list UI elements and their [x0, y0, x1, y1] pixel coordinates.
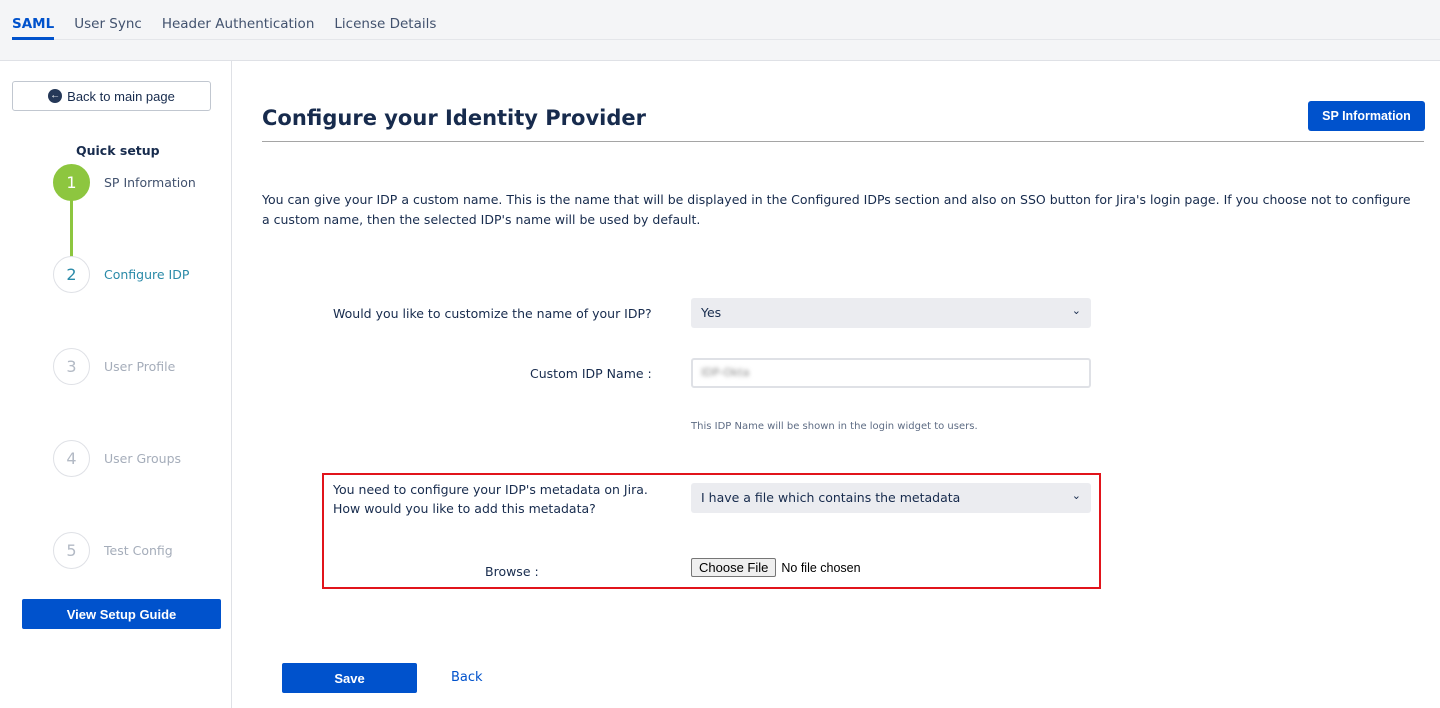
customize-value: Yes [701, 305, 722, 320]
file-status: No file chosen [781, 560, 861, 575]
chevron-down-icon: ⌄ [1071, 489, 1081, 502]
browse-label: Browse : [485, 564, 539, 579]
arrow-left-circle-icon: ← [48, 89, 63, 103]
file-input[interactable]: Choose File No file chosen [691, 558, 861, 577]
custom-idp-name-input[interactable]: IDP-Okta [691, 358, 1091, 388]
step-user-groups[interactable]: 4 User Groups [53, 440, 253, 478]
step-label: Test Config [104, 543, 173, 558]
tab-saml[interactable]: SAML [12, 0, 55, 40]
chevron-down-icon: ⌄ [1071, 304, 1081, 317]
step-label: User Profile [104, 359, 176, 374]
step-number: 1 [53, 164, 90, 201]
description: You can give your IDP a custom name. Thi… [262, 192, 1411, 227]
step-label: User Groups [104, 451, 182, 466]
customize-label: Would you like to customize the name of … [333, 306, 652, 321]
page-title: Configure your Identity Provider [262, 106, 646, 130]
step-number: 5 [53, 532, 90, 569]
view-setup-guide-button[interactable]: View Setup Guide [22, 599, 221, 629]
progress-line [70, 199, 73, 257]
metadata-label-1: You need to configure your IDP's metadat… [333, 482, 648, 497]
custom-name-label: Custom IDP Name : [530, 366, 652, 381]
step-label: SP Information [104, 175, 196, 190]
tab-user-sync[interactable]: User Sync [74, 0, 142, 40]
custom-name-hint: This IDP Name will be shown in the login… [691, 421, 978, 432]
step-user-profile[interactable]: 3 User Profile [53, 348, 253, 386]
tab-header-authentication[interactable]: Header Authentication [162, 0, 315, 40]
choose-file-button[interactable]: Choose File [691, 558, 777, 577]
metadata-value: I have a file which contains the metadat… [701, 490, 961, 505]
step-number: 2 [53, 256, 90, 293]
step-label: Configure IDP [104, 267, 190, 282]
divider [262, 141, 1424, 142]
save-button[interactable]: Save [282, 663, 417, 693]
sidebar: ← Back to main page Quick setup 1 SP Infor… [0, 61, 232, 708]
metadata-method-select[interactable]: I have a file which contains the metadat… [691, 483, 1091, 513]
tab-license-details[interactable]: License Details [334, 0, 436, 40]
sp-information-button[interactable]: SP Information [1308, 101, 1425, 131]
top-bar: SAML User Sync Header Authentication Lic… [0, 0, 1440, 61]
step-number: 4 [53, 440, 90, 477]
back-label: Back to main page [67, 88, 175, 104]
customize-select[interactable]: Yes ⌄ [691, 298, 1091, 328]
step-test-config[interactable]: 5 Test Config [53, 532, 253, 570]
back-link[interactable]: Back [451, 670, 483, 685]
quick-setup-heading: Quick setup [76, 143, 160, 158]
tab-bar: SAML User Sync Header Authentication Lic… [12, 0, 1440, 40]
step-number: 3 [53, 348, 90, 385]
custom-name-value: IDP-Okta [701, 366, 750, 379]
back-to-main-button[interactable]: ← Back to main page [12, 81, 211, 111]
step-sp-information[interactable]: 1 SP Information [53, 164, 253, 202]
metadata-label-2: How would you like to add this metadata? [333, 501, 596, 516]
step-configure-idp[interactable]: 2 Configure IDP [53, 256, 253, 294]
